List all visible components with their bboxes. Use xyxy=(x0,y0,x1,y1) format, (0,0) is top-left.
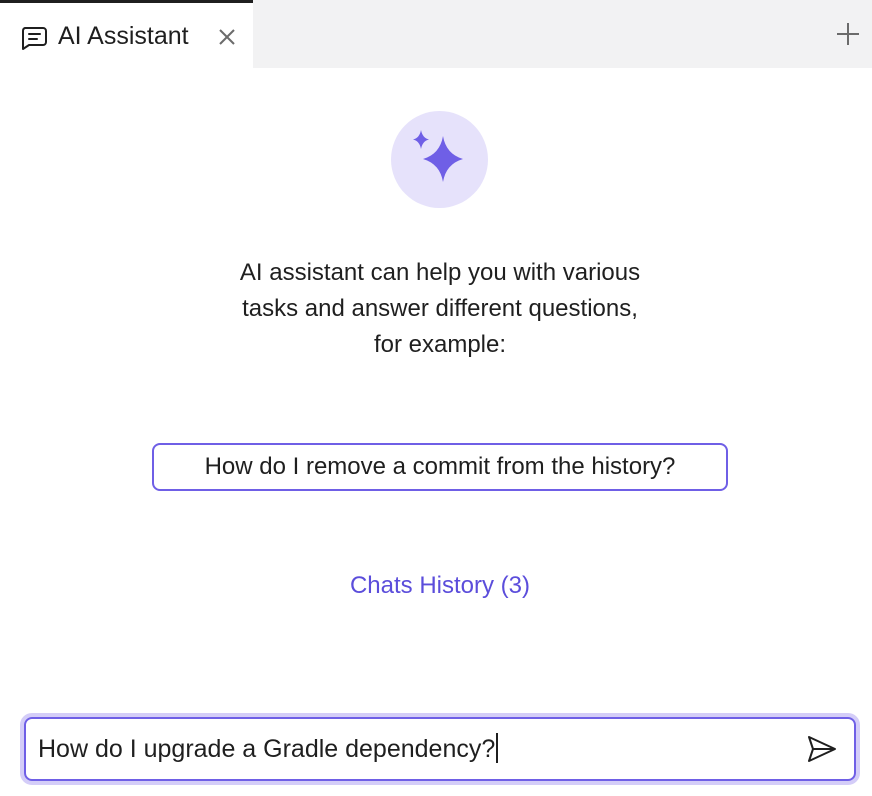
chats-history-link[interactable]: Chats History (3) xyxy=(240,568,640,604)
send-icon[interactable] xyxy=(804,731,840,767)
text-caret xyxy=(496,733,499,763)
tab-title: AI Assistant xyxy=(58,22,189,50)
chat-icon xyxy=(20,25,48,51)
prompt-input-focus-ring: How do I upgrade a Gradle dependency? xyxy=(20,713,860,785)
tab-ai-assistant[interactable]: AI Assistant xyxy=(0,0,253,68)
hero-badge xyxy=(391,111,488,208)
intro-line: tasks and answer different questions, xyxy=(242,295,638,322)
intro-line: for example: xyxy=(373,331,507,358)
intro-text: AI assistant can help you with various t… xyxy=(160,255,720,363)
intro-line: AI assistant can help you with various xyxy=(239,259,641,286)
tab-bar: AI Assistant xyxy=(0,0,872,68)
prompt-input-value: How do I upgrade a Gradle dependency? xyxy=(38,733,499,765)
suggestion-chip[interactable]: How do I remove a commit from the histor… xyxy=(152,443,728,491)
close-icon[interactable] xyxy=(218,28,236,46)
plus-icon[interactable] xyxy=(834,20,862,48)
sparkle-icon xyxy=(413,130,463,182)
prompt-input[interactable]: How do I upgrade a Gradle dependency? xyxy=(24,717,856,781)
